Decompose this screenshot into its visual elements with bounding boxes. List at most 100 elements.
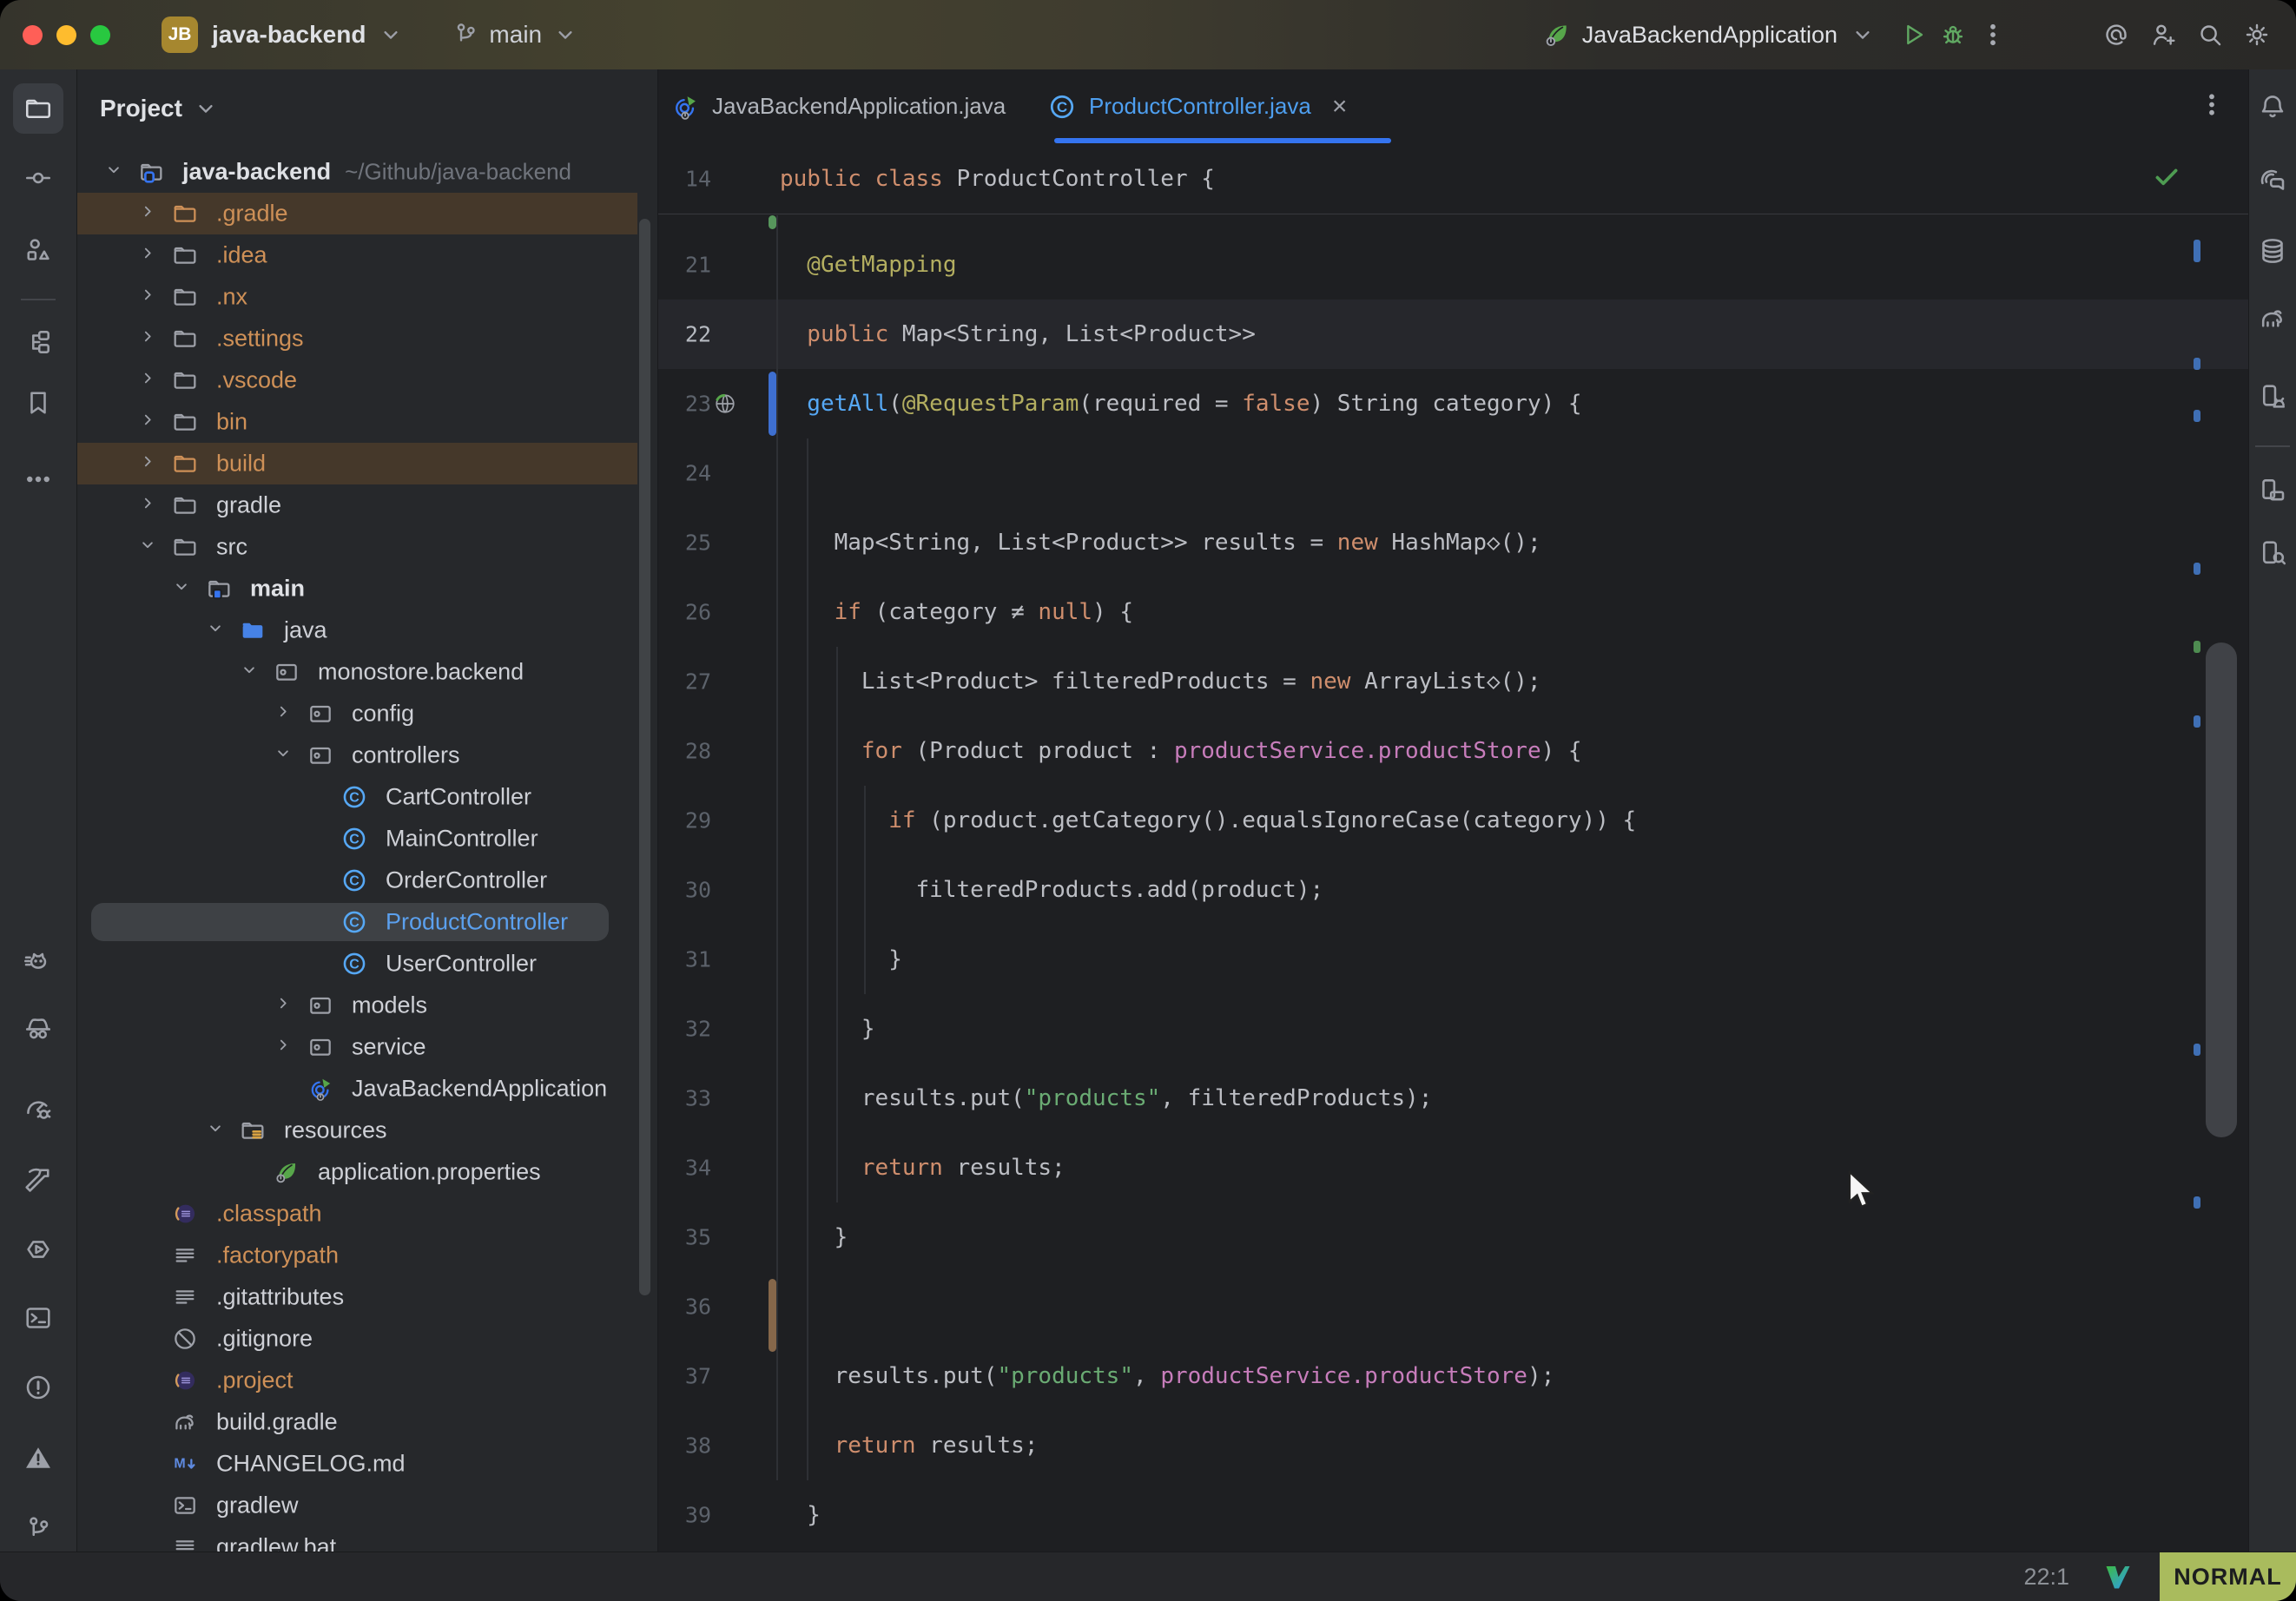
code-line-27[interactable]: 27List<Product> filteredProducts = new A… (658, 647, 2249, 716)
tree-expand-icon[interactable] (136, 326, 159, 352)
tree-item-build[interactable]: build (77, 443, 657, 484)
tool-stripe-gradle-button[interactable] (2252, 298, 2293, 339)
tool-stripe-notifications-button[interactable] (2252, 86, 2293, 128)
error-stripe-mark[interactable] (2194, 1196, 2200, 1209)
tree-item-resources[interactable]: resources (77, 1110, 657, 1151)
error-stripe-mark[interactable] (2194, 641, 2200, 653)
tree-expand-icon[interactable] (136, 451, 159, 478)
tree-item-build-gradle[interactable]: build.gradle (77, 1401, 657, 1443)
code-line-36[interactable]: 36 (658, 1272, 2249, 1341)
search-everywhere-button[interactable] (2190, 15, 2230, 55)
tree-item-service[interactable]: service (77, 1026, 657, 1068)
tree-expand-icon[interactable] (272, 701, 294, 728)
tree-item-javabackendapplication[interactable]: JavaBackendApplication (77, 1068, 657, 1110)
tool-stripe-bookmarks-button[interactable] (13, 378, 63, 428)
tree-item-gradlew-bat[interactable]: gradlew.bat (77, 1526, 657, 1552)
tree-expand-icon[interactable] (136, 492, 159, 519)
tree-item--gradle[interactable]: .gradle (77, 193, 657, 234)
code-line-30[interactable]: 30filteredProducts.add(product); (658, 855, 2249, 925)
tree-collapse-icon[interactable] (170, 576, 193, 603)
tree-collapse-icon[interactable] (136, 534, 159, 561)
tool-stripe-commit-button[interactable] (13, 153, 63, 203)
code-with-me-button[interactable] (2143, 15, 2183, 55)
tree-collapse-icon[interactable] (204, 1117, 227, 1144)
tree-collapse-icon[interactable] (204, 617, 227, 644)
tree-item--idea[interactable]: .idea (77, 234, 657, 276)
settings-button[interactable] (2237, 15, 2277, 55)
tool-stripe-profiler-button[interactable] (13, 1084, 63, 1134)
tool-stripe-more-tools-button[interactable] (13, 454, 63, 504)
tree-item--classpath[interactable]: .classpath (77, 1193, 657, 1235)
error-stripe-mark[interactable] (2194, 563, 2200, 575)
inspections-ok-icon[interactable] (2152, 161, 2181, 195)
tree-expand-icon[interactable] (136, 242, 159, 269)
tree-item-usercontroller[interactable]: CUserController (77, 943, 657, 985)
tool-stripe-ai-cat-button[interactable] (13, 939, 63, 990)
ideavim-icon[interactable] (2102, 1561, 2134, 1592)
tree-expand-icon[interactable] (272, 1034, 294, 1061)
editor-scrollbar[interactable] (2206, 642, 2237, 1137)
code-line-35[interactable]: 35} (658, 1202, 2249, 1272)
tree-item--factorypath[interactable]: .factorypath (77, 1235, 657, 1276)
code-line-37[interactable]: 37results.put("products", productService… (658, 1341, 2249, 1411)
code-line-38[interactable]: 38return results; (658, 1411, 2249, 1480)
code-line-21[interactable]: 21@GetMapping (658, 230, 2249, 300)
code-line-28[interactable]: 28for (Product product : productService.… (658, 716, 2249, 786)
tool-stripe-ai-assistant-chat-button[interactable] (2252, 161, 2293, 202)
tool-stripe-project-button[interactable] (13, 83, 63, 134)
tree-expand-icon[interactable] (136, 367, 159, 394)
tree-expand-icon[interactable] (136, 201, 159, 227)
code-line-23[interactable]: 23getAll(@RequestParam(required = false)… (658, 369, 2249, 438)
tool-stripe-database-button[interactable] (2252, 230, 2293, 272)
code-area[interactable]: 21@GetMapping22public Map<String, List<P… (658, 214, 2249, 1552)
close-tab-icon[interactable]: × (1332, 92, 1348, 122)
tree-item-maincontroller[interactable]: CMainController (77, 818, 657, 860)
code-line-22[interactable]: 22public Map<String, List<Product>> (658, 300, 2249, 369)
tree-item-cartcontroller[interactable]: CCartController (77, 776, 657, 818)
branch-selector[interactable]: main (451, 20, 580, 49)
project-selector[interactable]: java-backend (212, 21, 366, 49)
tool-stripe-build-button[interactable] (13, 1155, 63, 1205)
close-window-button[interactable] (23, 25, 43, 45)
code-line-31[interactable]: 31} (658, 925, 2249, 994)
tool-stripe-running-devices-button[interactable] (2252, 376, 2293, 418)
code-line-39[interactable]: 39} (658, 1480, 2249, 1550)
rest-endpoint-gutter-icon[interactable] (712, 391, 738, 417)
run-configuration-selector[interactable]: JavaBackendApplication (1542, 20, 1877, 49)
error-stripe-mark[interactable] (2194, 715, 2200, 728)
tree-collapse-icon[interactable] (272, 742, 294, 769)
code-line-29[interactable]: 29if (product.getCategory().equalsIgnore… (658, 786, 2249, 855)
run-button[interactable] (1893, 15, 1933, 55)
tree-item-main[interactable]: main (77, 568, 657, 609)
more-run-options-button[interactable] (1973, 15, 2013, 55)
project-panel-header[interactable]: Project (100, 94, 221, 123)
tree-expand-icon[interactable] (272, 992, 294, 1019)
tree-item--project[interactable]: .project (77, 1360, 657, 1401)
tab-productcontroller[interactable]: C ProductController.java × (1047, 69, 1347, 143)
tree-expand-icon[interactable] (136, 284, 159, 311)
tree-item--gitignore[interactable]: .gitignore (77, 1318, 657, 1360)
tree-item-changelog-md[interactable]: MCHANGELOG.md (77, 1443, 657, 1485)
ai-assistant-button[interactable] (2096, 15, 2136, 55)
code-line-32[interactable]: 32} (658, 994, 2249, 1064)
error-stripe-mark[interactable] (2194, 1044, 2200, 1056)
tree-item--settings[interactable]: .settings (77, 318, 657, 359)
error-stripe-mark[interactable] (2194, 410, 2200, 422)
caret-position[interactable]: 22:1 (2023, 1564, 2069, 1591)
tree-item-java[interactable]: java (77, 609, 657, 651)
tree-item-java-backend[interactable]: java-backend~/Github/java-backend (77, 151, 657, 193)
tab-javabackendapplication[interactable]: JavaBackendApplication.java (670, 69, 1006, 143)
tree-item-monostore-backend[interactable]: monostore.backend (77, 651, 657, 693)
code-line-26[interactable]: 26if (category ≠ null) { (658, 577, 2249, 647)
tool-stripe-git-button[interactable] (13, 1504, 63, 1554)
tool-stripe-incognito-button[interactable] (13, 1004, 63, 1054)
tool-stripe-problems-button[interactable] (13, 1362, 63, 1413)
tree-item-src[interactable]: src (77, 526, 657, 568)
minimize-window-button[interactable] (56, 25, 76, 45)
code-line-25[interactable]: 25Map<String, List<Product>> results = n… (658, 508, 2249, 577)
tree-item-config[interactable]: config (77, 693, 657, 735)
tree-item-models[interactable]: models (77, 985, 657, 1026)
error-stripe-mark[interactable] (2194, 240, 2200, 262)
zoom-window-button[interactable] (90, 25, 110, 45)
tree-item-productcontroller[interactable]: CProductController (77, 901, 657, 943)
